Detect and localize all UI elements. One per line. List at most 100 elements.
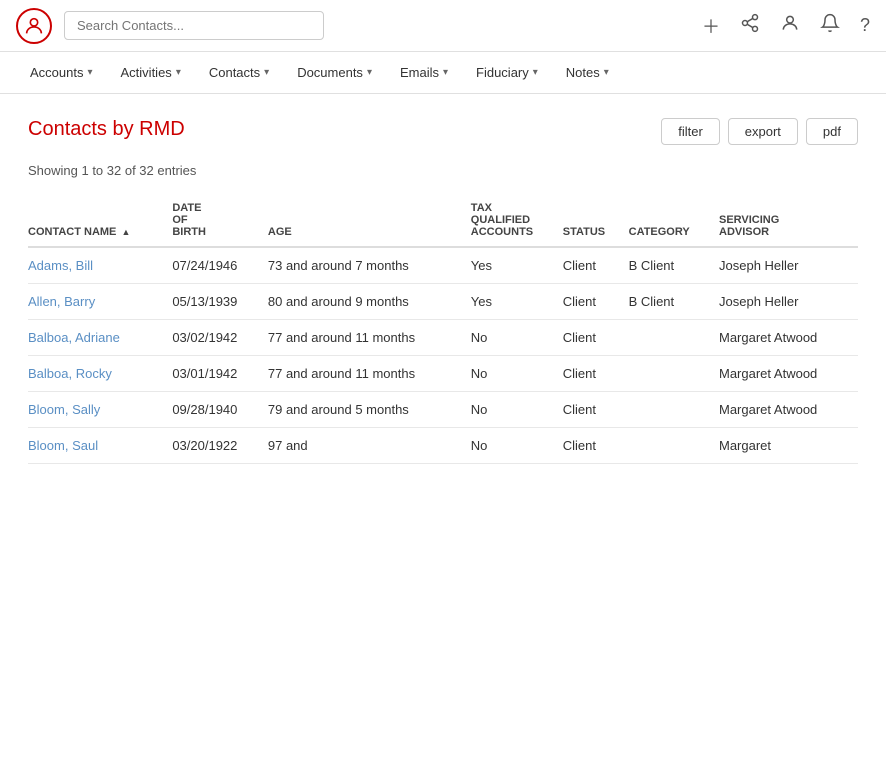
cell-age: 77 and around 11 months bbox=[268, 356, 471, 392]
nav-item-notes[interactable]: Notes ▾ bbox=[552, 52, 623, 94]
table-row: Bloom, Saul 03/20/1922 97 and No Client … bbox=[28, 428, 858, 464]
entries-info: Showing 1 to 32 of 32 entries bbox=[28, 163, 858, 178]
table-row: Adams, Bill 07/24/1946 73 and around 7 m… bbox=[28, 247, 858, 284]
table-row: Allen, Barry 05/13/1939 80 and around 9 … bbox=[28, 284, 858, 320]
bell-icon[interactable] bbox=[820, 13, 840, 38]
contact-link[interactable]: Bloom, Saul bbox=[28, 438, 98, 453]
cell-age: 80 and around 9 months bbox=[268, 284, 471, 320]
cell-status: Client bbox=[563, 247, 629, 284]
plus-icon[interactable]: ＋ bbox=[702, 13, 720, 39]
col-header-advisor: SERVICINGADVISOR bbox=[719, 194, 858, 247]
cell-category bbox=[629, 320, 719, 356]
chevron-down-icon: ▾ bbox=[604, 67, 609, 78]
cell-name: Adams, Bill bbox=[28, 247, 172, 284]
cell-advisor: Joseph Heller bbox=[719, 284, 858, 320]
cell-name: Bloom, Sally bbox=[28, 392, 172, 428]
toolbar: filter export pdf bbox=[661, 118, 858, 145]
cell-dob: 07/24/1946 bbox=[172, 247, 268, 284]
nav-label-contacts: Contacts bbox=[209, 65, 260, 80]
page-title: Contacts by RMD bbox=[28, 118, 661, 141]
nav-label-activities: Activities bbox=[121, 65, 172, 80]
cell-age: 77 and around 11 months bbox=[268, 320, 471, 356]
col-header-category: CATEGORY bbox=[629, 194, 719, 247]
content-area: Contacts by RMD filter export pdf Showin… bbox=[0, 94, 886, 488]
cell-category bbox=[629, 428, 719, 464]
nav-item-activities[interactable]: Activities ▾ bbox=[107, 52, 195, 94]
share-icon[interactable] bbox=[740, 13, 760, 38]
nav-item-accounts[interactable]: Accounts ▾ bbox=[16, 52, 107, 94]
cell-name: Balboa, Adriane bbox=[28, 320, 172, 356]
cell-dob: 03/20/1922 bbox=[172, 428, 268, 464]
cell-age: 79 and around 5 months bbox=[268, 392, 471, 428]
cell-status: Client bbox=[563, 356, 629, 392]
cell-tqa: Yes bbox=[471, 284, 563, 320]
top-bar: ＋ ? bbox=[0, 0, 886, 52]
nav-label-accounts: Accounts bbox=[30, 65, 83, 80]
nav-label-emails: Emails bbox=[400, 65, 439, 80]
col-header-age: AGE bbox=[268, 194, 471, 247]
cell-tqa: No bbox=[471, 356, 563, 392]
pdf-button[interactable]: pdf bbox=[806, 118, 858, 145]
nav-item-documents[interactable]: Documents ▾ bbox=[283, 52, 386, 94]
col-header-status: STATUS bbox=[563, 194, 629, 247]
col-header-name: CONTACT NAME ▲ bbox=[28, 194, 172, 247]
cell-age: 97 and bbox=[268, 428, 471, 464]
cell-dob: 03/02/1942 bbox=[172, 320, 268, 356]
export-button[interactable]: export bbox=[728, 118, 798, 145]
nav-label-documents: Documents bbox=[297, 65, 363, 80]
contacts-table: CONTACT NAME ▲ DATEOFBIRTH AGE TAXQUALIF… bbox=[28, 194, 858, 464]
cell-advisor: Margaret Atwood bbox=[719, 320, 858, 356]
cell-advisor: Margaret Atwood bbox=[719, 392, 858, 428]
table-header: CONTACT NAME ▲ DATEOFBIRTH AGE TAXQUALIF… bbox=[28, 194, 858, 247]
nav-label-fiduciary: Fiduciary bbox=[476, 65, 529, 80]
cell-category: B Client bbox=[629, 284, 719, 320]
cell-name: Balboa, Rocky bbox=[28, 356, 172, 392]
cell-tqa: No bbox=[471, 392, 563, 428]
chevron-down-icon: ▾ bbox=[176, 67, 181, 78]
cell-category bbox=[629, 392, 719, 428]
contact-link[interactable]: Adams, Bill bbox=[28, 258, 93, 273]
cell-advisor: Joseph Heller bbox=[719, 247, 858, 284]
col-header-tqa: TAXQUALIFIEDACCOUNTS bbox=[471, 194, 563, 247]
cell-name: Bloom, Saul bbox=[28, 428, 172, 464]
chevron-down-icon: ▾ bbox=[87, 67, 92, 78]
chevron-down-icon: ▾ bbox=[443, 67, 448, 78]
nav-item-fiduciary[interactable]: Fiduciary ▾ bbox=[462, 52, 552, 94]
avatar[interactable] bbox=[16, 8, 52, 44]
nav-label-notes: Notes bbox=[566, 65, 600, 80]
cell-dob: 09/28/1940 bbox=[172, 392, 268, 428]
nav-bar: Accounts ▾ Activities ▾ Contacts ▾ Docum… bbox=[0, 52, 886, 94]
cell-status: Client bbox=[563, 428, 629, 464]
cell-tqa: No bbox=[471, 320, 563, 356]
cell-age: 73 and around 7 months bbox=[268, 247, 471, 284]
person-icon[interactable] bbox=[780, 13, 800, 38]
table-row: Balboa, Adriane 03/02/1942 77 and around… bbox=[28, 320, 858, 356]
cell-status: Client bbox=[563, 284, 629, 320]
page-header-row: Contacts by RMD filter export pdf bbox=[28, 118, 858, 157]
contact-link[interactable]: Allen, Barry bbox=[28, 294, 95, 309]
cell-name: Allen, Barry bbox=[28, 284, 172, 320]
cell-category: B Client bbox=[629, 247, 719, 284]
help-icon[interactable]: ? bbox=[860, 15, 870, 36]
cell-tqa: No bbox=[471, 428, 563, 464]
cell-dob: 05/13/1939 bbox=[172, 284, 268, 320]
search-input[interactable] bbox=[64, 11, 324, 40]
chevron-down-icon: ▾ bbox=[264, 67, 269, 78]
cell-advisor: Margaret Atwood bbox=[719, 356, 858, 392]
cell-status: Client bbox=[563, 320, 629, 356]
nav-item-contacts[interactable]: Contacts ▾ bbox=[195, 52, 283, 94]
chevron-down-icon: ▾ bbox=[533, 67, 538, 78]
col-header-dob: DATEOFBIRTH bbox=[172, 194, 268, 247]
sort-icon[interactable]: ▲ bbox=[121, 227, 130, 237]
top-icons: ＋ ? bbox=[702, 13, 870, 39]
cell-tqa: Yes bbox=[471, 247, 563, 284]
cell-dob: 03/01/1942 bbox=[172, 356, 268, 392]
contact-link[interactable]: Bloom, Sally bbox=[28, 402, 100, 417]
contact-link[interactable]: Balboa, Adriane bbox=[28, 330, 120, 345]
table-row: Balboa, Rocky 03/01/1942 77 and around 1… bbox=[28, 356, 858, 392]
filter-button[interactable]: filter bbox=[661, 118, 720, 145]
contact-link[interactable]: Balboa, Rocky bbox=[28, 366, 112, 381]
table-row: Bloom, Sally 09/28/1940 79 and around 5 … bbox=[28, 392, 858, 428]
nav-item-emails[interactable]: Emails ▾ bbox=[386, 52, 462, 94]
chevron-down-icon: ▾ bbox=[367, 67, 372, 78]
